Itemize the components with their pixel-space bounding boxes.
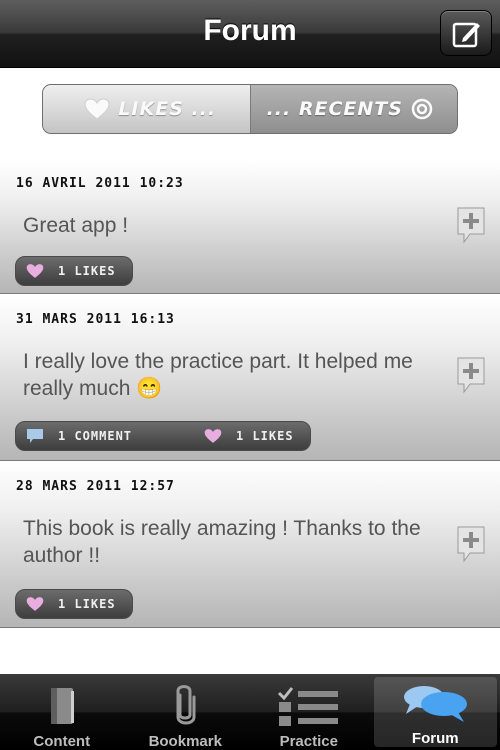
checklist-icon <box>277 687 338 726</box>
post-date: 16 AVRIL 2011 10:23 <box>16 176 184 191</box>
likes-count: 1 LIKES <box>58 264 116 278</box>
tab-bar: Content Bookmark Practice Forum <box>0 674 500 750</box>
post-stats: 1 LIKES <box>15 589 133 619</box>
likes-count: 1 LIKES <box>236 429 294 443</box>
heart-icon <box>26 263 44 279</box>
tab-label: Practice <box>279 733 338 750</box>
post-date: 28 MARS 2011 12:57 <box>16 479 175 494</box>
post-text: I really love the practice part. It help… <box>23 350 413 400</box>
post-stats: 1 LIKES <box>15 256 133 286</box>
sort-segmented-control: LIKES ... ... RECENTS <box>42 84 458 134</box>
heart-icon <box>204 428 222 444</box>
likes-stat[interactable]: 1 LIKES <box>16 596 116 612</box>
heart-icon <box>26 596 44 612</box>
compose-button[interactable] <box>440 10 492 56</box>
comments-stat[interactable]: 1 COMMENT <box>16 428 186 444</box>
likes-stat[interactable]: 1 LIKES <box>186 428 294 444</box>
likes-segment-label: LIKES ... <box>118 98 217 120</box>
compose-icon <box>452 22 480 48</box>
tab-practice[interactable]: Practice <box>247 674 371 750</box>
book-icon <box>50 688 74 724</box>
chat-bubbles-icon <box>404 686 468 722</box>
list-item[interactable]: 16 AVRIL 2011 10:23 Great app ! 1 LIKES <box>0 160 500 294</box>
page-title: Forum <box>203 14 297 47</box>
tab-label: Forum <box>411 730 459 747</box>
add-reply-button[interactable] <box>456 356 486 394</box>
plus-icon <box>457 207 485 244</box>
likes-stat[interactable]: 1 LIKES <box>16 263 116 279</box>
list-item[interactable]: 31 MARS 2011 16:13 I really love the pra… <box>0 294 500 461</box>
recents-segment-label: ... RECENTS <box>266 98 403 120</box>
plus-icon <box>457 357 485 394</box>
post-date: 31 MARS 2011 16:13 <box>16 312 175 327</box>
plus-icon <box>457 526 485 563</box>
post-stats: 1 COMMENT 1 LIKES <box>15 421 311 451</box>
paperclip-icon <box>176 685 196 725</box>
tab-bookmark[interactable]: Bookmark <box>124 674 248 750</box>
tab-likes[interactable]: LIKES ... <box>43 85 251 133</box>
add-reply-button[interactable] <box>456 525 486 563</box>
header-bar: Forum <box>0 0 500 68</box>
list-item[interactable]: 28 MARS 2011 12:57 This book is really a… <box>0 461 500 628</box>
comment-icon <box>26 428 44 444</box>
tab-recents[interactable]: ... RECENTS <box>250 85 457 133</box>
post-text: Great app ! <box>23 214 129 237</box>
add-reply-button[interactable] <box>456 206 486 244</box>
comments-count: 1 COMMENT <box>58 429 133 443</box>
target-icon <box>411 98 433 120</box>
heart-icon <box>84 98 110 120</box>
tab-label: Content <box>33 733 91 750</box>
tab-content[interactable]: Content <box>0 674 124 750</box>
tab-forum[interactable]: Forum <box>373 677 497 747</box>
likes-count: 1 LIKES <box>58 597 116 611</box>
tab-label: Bookmark <box>148 733 222 750</box>
post-text: This book is really amazing ! Thanks to … <box>23 517 421 567</box>
